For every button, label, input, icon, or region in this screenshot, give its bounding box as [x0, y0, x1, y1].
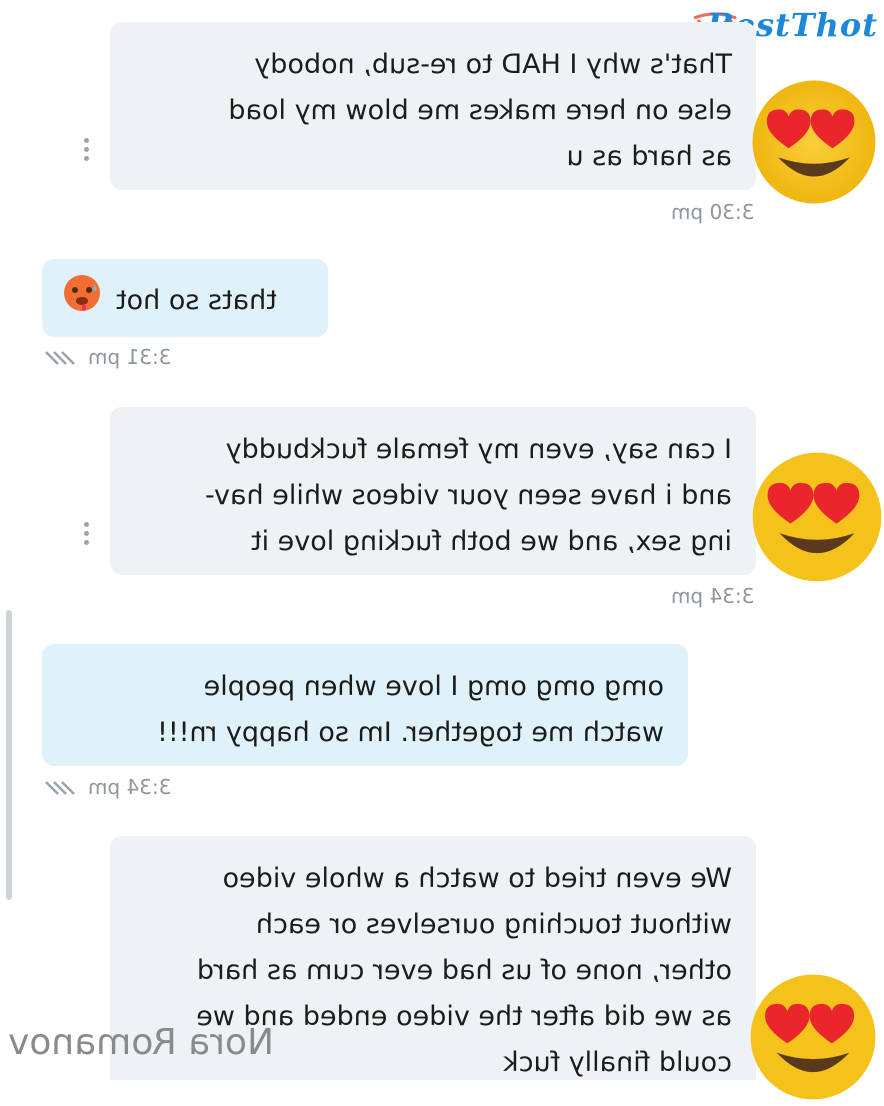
- message-timestamp: 3:31 pm: [88, 345, 172, 369]
- read-receipt-icon: [44, 348, 80, 372]
- scrollbar[interactable]: [6, 610, 12, 900]
- message-timestamp: 3:30 pm: [671, 200, 755, 224]
- message-timestamp: 3:34 pm: [88, 775, 172, 799]
- message-bubble-incoming[interactable]: That's why I HAD to re-sub, nobody else …: [110, 22, 756, 190]
- message-options-icon[interactable]: [84, 138, 92, 161]
- heart-eyes-emoji-icon: [750, 78, 878, 210]
- message-text: That's why I HAD to re-sub, nobody else …: [228, 49, 732, 172]
- message-text: I can say, even my female fuckbuddy and …: [204, 434, 732, 557]
- creator-watermark: Nora Romanov: [8, 1022, 274, 1063]
- hot-face-emoji-icon: [62, 273, 102, 328]
- message-bubble-outgoing[interactable]: omg omg omg I love when people watch me …: [42, 644, 688, 766]
- message-options-icon[interactable]: [84, 522, 92, 545]
- message-timestamp: 3:34 pm: [671, 584, 755, 608]
- message-text: thats so hot: [116, 284, 277, 316]
- heart-eyes-emoji-icon: [748, 972, 878, 1106]
- message-text: omg omg omg I love when people watch me …: [157, 671, 664, 748]
- heart-eyes-emoji-icon: [750, 442, 884, 596]
- read-receipt-icon: [44, 778, 80, 802]
- message-bubble-outgoing[interactable]: thats so hot: [42, 259, 328, 337]
- message-bubble-incoming[interactable]: I can say, even my female fuckbuddy and …: [110, 407, 756, 575]
